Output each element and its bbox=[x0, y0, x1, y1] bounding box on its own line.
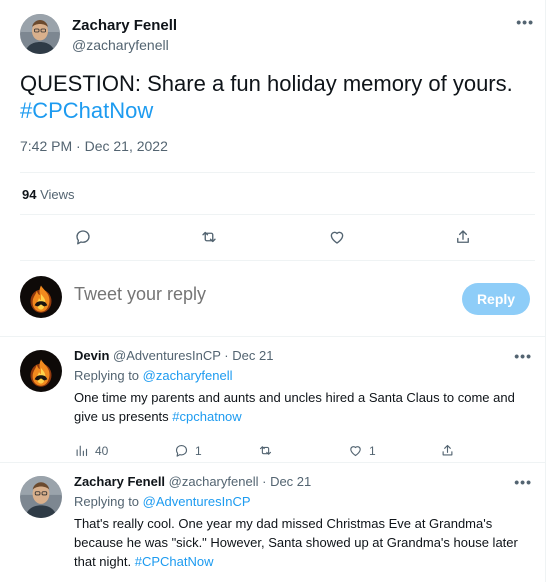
tweet-text-body: QUESTION: Share a fun holiday memory of … bbox=[20, 71, 513, 96]
tweet-hashtag-link[interactable]: #CPChatNow bbox=[20, 98, 153, 123]
reply-avatar[interactable] bbox=[20, 350, 62, 392]
reply-author-handle[interactable]: @zacharyfenell bbox=[169, 474, 259, 489]
tweet-timestamp[interactable]: 7:42 PM · Dec 21, 2022 bbox=[20, 138, 168, 154]
reply-action-bar: 40 1 1 bbox=[74, 443, 474, 461]
reply-author-handle[interactable]: @AdventuresInCP bbox=[113, 348, 221, 363]
author-handle[interactable]: @zacharyfenell bbox=[72, 37, 169, 53]
dot-separator: · bbox=[262, 474, 267, 489]
replying-to-label: Replying to bbox=[74, 368, 140, 383]
replying-to-handle[interactable]: @zacharyfenell bbox=[143, 368, 233, 383]
views-count: 94 bbox=[22, 187, 37, 202]
analytics-count: 40 bbox=[95, 443, 109, 458]
retweet-icon bbox=[200, 228, 218, 246]
divider bbox=[20, 172, 535, 173]
replying-to: Replying to @zacharyfenell bbox=[74, 368, 232, 383]
like-icon bbox=[348, 443, 363, 458]
share-button[interactable] bbox=[454, 228, 472, 246]
avatar-photo-icon bbox=[20, 476, 62, 518]
reply-date[interactable]: Dec 21 bbox=[232, 348, 273, 363]
reply-text: One time my parents and aunts and uncles… bbox=[74, 388, 534, 426]
reply-author-name[interactable]: Devin bbox=[74, 348, 109, 363]
reply-submit-button[interactable]: Reply bbox=[462, 283, 530, 315]
reply-input[interactable] bbox=[74, 284, 404, 305]
reply-hashtag-link[interactable]: #CPChatNow bbox=[135, 554, 214, 569]
reply-text-body: One time my parents and aunts and uncles… bbox=[74, 390, 515, 424]
reply-author-name[interactable]: Zachary Fenell bbox=[74, 474, 165, 489]
reply-header: Zachary Fenell @zacharyfenell · Dec 21 bbox=[74, 474, 311, 489]
divider bbox=[0, 336, 545, 337]
more-options-icon[interactable]: ••• bbox=[514, 474, 532, 490]
divider bbox=[0, 462, 545, 463]
analytics-icon bbox=[74, 443, 89, 458]
tweet-text: QUESTION: Share a fun holiday memory of … bbox=[20, 70, 530, 124]
divider bbox=[20, 214, 535, 215]
tweet-author-row: Zachary Fenell @zacharyfenell ••• bbox=[20, 14, 536, 58]
dot-separator: · bbox=[224, 348, 229, 363]
analytics-button[interactable]: 40 bbox=[74, 443, 108, 458]
reply-tweet[interactable]: Devin @AdventuresInCP · Dec 21 ••• Reply… bbox=[0, 338, 546, 462]
share-button[interactable] bbox=[440, 443, 455, 458]
reply-composer: Reply bbox=[20, 274, 536, 324]
reply-hashtag-link[interactable]: #cpchatnow bbox=[172, 409, 241, 424]
retweet-button[interactable] bbox=[258, 443, 273, 458]
reply-count: 1 bbox=[195, 443, 202, 458]
share-icon bbox=[454, 228, 472, 246]
author-avatar[interactable] bbox=[20, 14, 60, 54]
composer-avatar[interactable] bbox=[20, 276, 62, 318]
more-options-icon[interactable]: ••• bbox=[516, 14, 534, 30]
retweet-icon bbox=[258, 443, 273, 458]
reply-button[interactable] bbox=[74, 228, 92, 246]
like-count: 1 bbox=[369, 443, 376, 458]
tweet-action-bar bbox=[40, 226, 490, 248]
like-button[interactable] bbox=[328, 228, 346, 246]
reply-text: That's really cool. One year my dad miss… bbox=[74, 514, 534, 571]
like-icon bbox=[328, 228, 346, 246]
retweet-button[interactable] bbox=[200, 228, 218, 246]
like-button[interactable]: 1 bbox=[348, 443, 376, 458]
replying-to: Replying to @AdventuresInCP bbox=[74, 494, 251, 509]
tweet-thread: Zachary Fenell @zacharyfenell ••• QUESTI… bbox=[0, 0, 546, 582]
reply-button[interactable]: 1 bbox=[174, 443, 202, 458]
reply-header: Devin @AdventuresInCP · Dec 21 bbox=[74, 348, 273, 363]
avatar-fire-icon bbox=[20, 276, 62, 318]
author-name[interactable]: Zachary Fenell bbox=[72, 17, 177, 34]
views-label: Views bbox=[40, 187, 75, 202]
reply-icon bbox=[174, 443, 189, 458]
replying-to-label: Replying to bbox=[74, 494, 140, 509]
more-options-icon[interactable]: ••• bbox=[514, 348, 532, 364]
divider bbox=[20, 260, 535, 261]
reply-avatar[interactable] bbox=[20, 476, 62, 518]
reply-tweet[interactable]: Zachary Fenell @zacharyfenell · Dec 21 •… bbox=[0, 464, 546, 582]
avatar-fire-icon bbox=[20, 350, 62, 392]
reply-date[interactable]: Dec 21 bbox=[270, 474, 311, 489]
replying-to-handle[interactable]: @AdventuresInCP bbox=[143, 494, 251, 509]
reply-icon bbox=[74, 228, 92, 246]
avatar-photo-icon bbox=[20, 14, 60, 54]
tweet-views[interactable]: 94 Views bbox=[22, 187, 75, 202]
share-icon bbox=[440, 443, 455, 458]
